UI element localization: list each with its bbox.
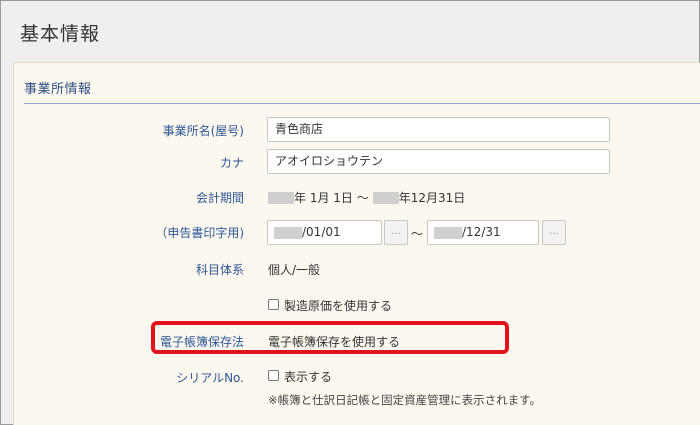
filing-end-date-input[interactable]: /12/31 <box>427 220 539 245</box>
fiscal-period-value: 年 1月 1日 ～ 年12月31日 <box>268 189 465 206</box>
date-range-separator: ～ <box>411 227 424 241</box>
filing-end-date-picker-button[interactable]: ... <box>542 220 566 245</box>
business-name-label: 事業所名(屋号) <box>162 124 244 138</box>
kana-input[interactable]: アオイロショウテン <box>267 149 610 174</box>
serial-no-label: シリアルNo. <box>176 371 244 385</box>
section-divider <box>24 103 700 104</box>
manufacturing-cost-checkbox[interactable] <box>268 299 279 310</box>
filing-period-label: （申告書印字用) <box>155 226 244 240</box>
section-title: 事業所情報 <box>24 82 92 97</box>
page-title: 基本情報 <box>20 23 101 45</box>
filing-start-date-value: /01/01 <box>302 225 341 239</box>
fiscal-period-start: 年 1月 1日 ～ <box>294 191 369 205</box>
manufacturing-cost-label: 製造原価を使用する <box>284 299 393 313</box>
fiscal-period-end: 年12月31日 <box>398 191 466 205</box>
redacted-year <box>268 191 294 204</box>
serial-no-note: ※帳簿と仕訳日記帳と固定資産管理に表示されます。 <box>268 393 541 407</box>
serial-no-display-checkbox[interactable] <box>268 370 279 381</box>
serial-no-display-label: 表示する <box>284 370 333 384</box>
redacted-year <box>434 226 462 239</box>
filing-start-date-input[interactable]: /01/01 <box>267 220 382 245</box>
business-name-input[interactable]: 青色商店 <box>267 117 610 142</box>
account-system-label: 科目体系 <box>195 263 244 277</box>
filing-end-date-value: /12/31 <box>462 225 501 239</box>
redacted-year <box>274 226 302 239</box>
redacted-year <box>372 191 399 204</box>
fiscal-period-label: 会計期間 <box>195 191 244 205</box>
account-system-value: 個人/一般 <box>268 263 321 277</box>
highlight-box <box>151 321 509 354</box>
kana-label: カナ <box>219 156 244 170</box>
filing-start-date-picker-button[interactable]: ... <box>384 220 408 245</box>
